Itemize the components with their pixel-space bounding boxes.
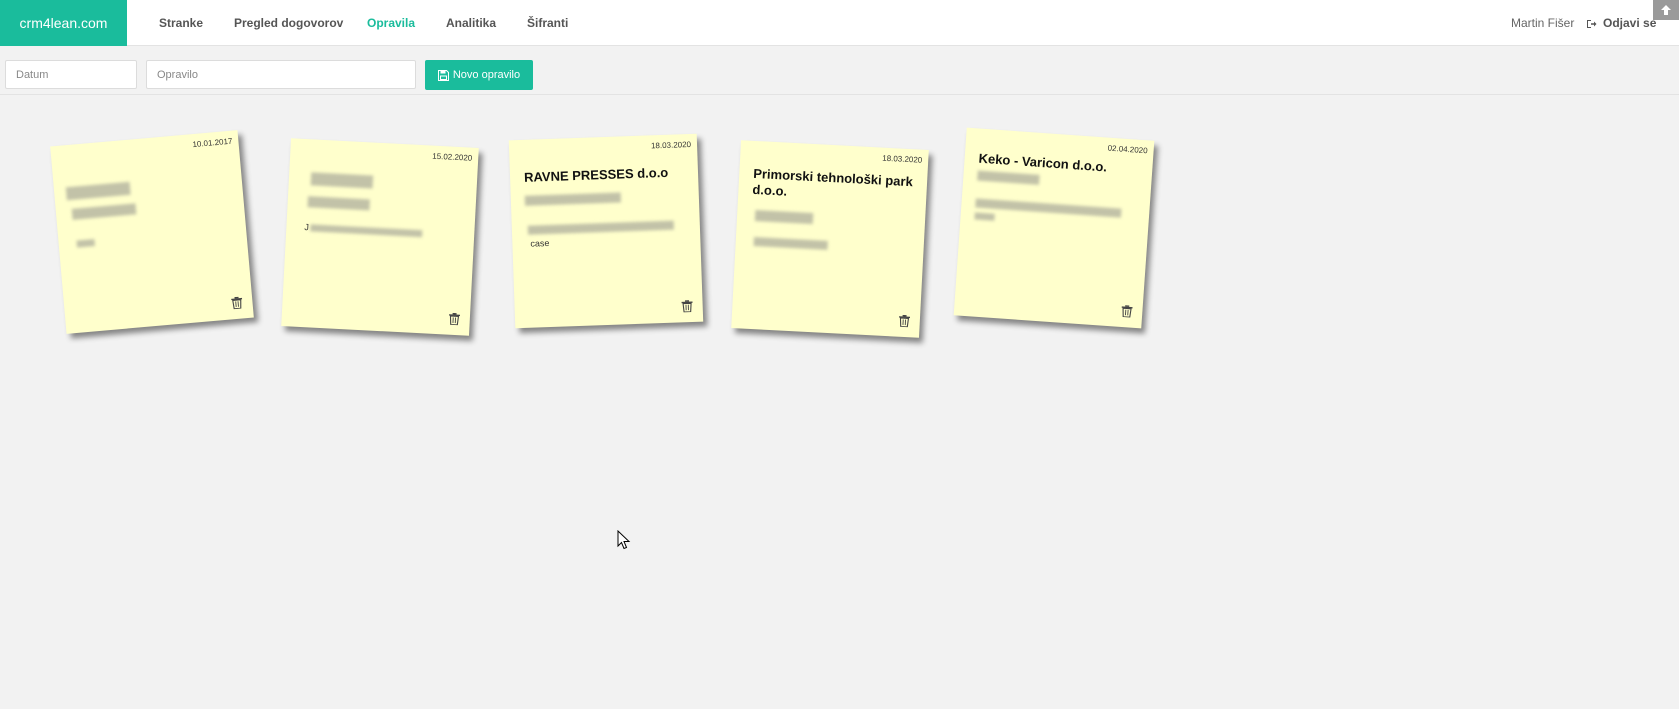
note-text: case [530, 237, 550, 249]
note-date: 02.04.2020 [1107, 143, 1148, 156]
task-note[interactable]: 18.03.2020 RAVNE PRESSES d.o.o case [508, 133, 704, 329]
redacted-text [71, 203, 137, 220]
arrow-up-icon [1661, 5, 1671, 15]
trash-icon[interactable] [1121, 305, 1133, 318]
task-note[interactable]: 15.02.2020 J [281, 138, 479, 336]
task-note[interactable]: 18.03.2020 Primorski tehnološki park d.o… [731, 140, 929, 338]
new-task-label: Novo opravilo [452, 69, 521, 81]
note-date: 15.02.2020 [432, 151, 473, 163]
filter-bar: Novo opravilo [0, 47, 1679, 95]
brand-logo[interactable]: crm4lean.com [0, 0, 127, 46]
redacted-text [974, 212, 995, 221]
redacted-text [975, 198, 1122, 218]
note-date: 10.01.2017 [192, 136, 233, 150]
logout-label: Odjavi se [1603, 16, 1657, 30]
trash-icon[interactable] [448, 312, 461, 326]
note-title: RAVNE PRESSES d.o.o [523, 164, 669, 185]
note-date: 18.03.2020 [882, 153, 923, 165]
sign-out-icon [1587, 20, 1597, 28]
task-note[interactable]: 10.01.2017 [50, 130, 254, 334]
redacted-text [307, 196, 370, 211]
redacted-text [754, 210, 814, 225]
redacted-text [753, 237, 828, 250]
task-input[interactable] [146, 60, 416, 89]
redacted-text [65, 181, 131, 201]
top-navbar: crm4lean.com Stranke Pregled dogovorov O… [0, 0, 1679, 46]
date-input[interactable] [5, 60, 137, 89]
nav-item-sifranti[interactable]: Šifranti [527, 0, 568, 46]
redacted-text [527, 220, 674, 235]
note-text: J [304, 222, 310, 233]
redacted-text [524, 192, 622, 206]
logout-link[interactable]: Odjavi se [1586, 0, 1656, 46]
scroll-top-button[interactable] [1653, 0, 1679, 20]
nav-item-analitika[interactable]: Analitika [446, 0, 496, 46]
trash-icon[interactable] [231, 296, 243, 310]
new-task-button[interactable]: Novo opravilo [425, 60, 533, 90]
trash-icon[interactable] [898, 314, 911, 328]
redacted-text [76, 239, 96, 248]
mouse-cursor-icon [617, 530, 631, 550]
nav-item-opravila[interactable]: Opravila [367, 0, 415, 46]
trash-icon[interactable] [681, 300, 693, 313]
note-title: Primorski tehnološki park d.o.o. [752, 165, 914, 199]
nav-item-pregled-dogovorov[interactable]: Pregled dogovorov [234, 0, 343, 46]
redacted-text [977, 170, 1040, 185]
redacted-text [310, 224, 423, 238]
user-name[interactable]: Martin Fišer [1511, 0, 1574, 46]
note-date: 18.03.2020 [650, 139, 692, 151]
save-icon [437, 69, 449, 81]
redacted-text [310, 172, 374, 189]
nav-item-stranke[interactable]: Stranke [159, 0, 203, 46]
task-note[interactable]: 02.04.2020 Keko - Varicon d.o.o. [953, 127, 1155, 329]
